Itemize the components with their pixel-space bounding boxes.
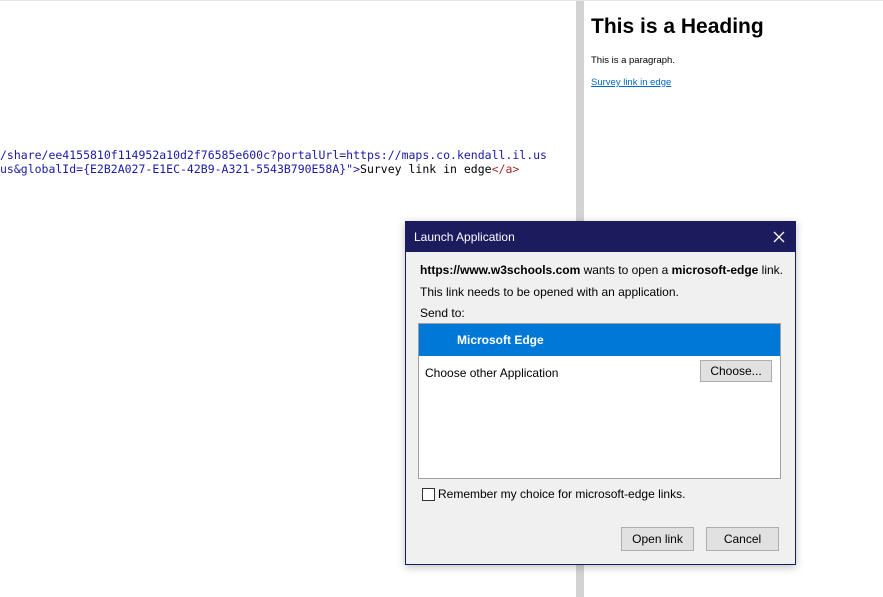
- app-item-choose-other[interactable]: Choose other Application Choose...: [419, 356, 780, 388]
- app-item-label: Choose other Application: [425, 366, 559, 380]
- dialog-title: Launch Application: [414, 230, 515, 244]
- dialog-message: https://www.w3schools.com wants to open …: [420, 263, 784, 277]
- survey-link[interactable]: Survey link in edge: [591, 77, 671, 88]
- app-item-label: Microsoft Edge: [457, 333, 544, 347]
- close-button[interactable]: [763, 222, 795, 252]
- protocol-name: microsoft-edge: [671, 263, 759, 277]
- code-line[interactable]: us&globalId={E2B2A027-E1EC-42B9-A321-554…: [0, 162, 519, 176]
- browser-viewport: /share/ee4155810f114952a10d2f76585e600c?…: [0, 0, 883, 597]
- result-paragraph: This is a paragraph.: [591, 55, 675, 66]
- remember-choice-row[interactable]: Remember my choice for microsoft-edge li…: [422, 486, 685, 502]
- code-line[interactable]: /share/ee4155810f114952a10d2f76585e600c?…: [0, 148, 547, 162]
- edge-icon: [431, 332, 447, 348]
- result-heading: This is a Heading: [591, 15, 764, 38]
- remember-label[interactable]: Remember my choice for microsoft-edge li…: [438, 487, 685, 501]
- site-name: https://www.w3schools.com: [420, 263, 581, 277]
- dialog-titlebar[interactable]: Launch Application: [406, 222, 795, 252]
- remember-checkbox[interactable]: [422, 487, 435, 501]
- application-list[interactable]: Microsoft Edge Choose other Application …: [418, 323, 781, 479]
- dialog-subtext: This link needs to be opened with an app…: [420, 285, 679, 299]
- open-link-button[interactable]: Open link: [621, 527, 694, 551]
- app-item-microsoft-edge[interactable]: Microsoft Edge: [419, 324, 780, 356]
- choose-button[interactable]: Choose...: [700, 360, 772, 382]
- send-to-label: Send to:: [420, 306, 465, 320]
- close-icon: [773, 231, 785, 243]
- launch-application-dialog: Launch Application https://www.w3schools…: [405, 221, 796, 565]
- cancel-button[interactable]: Cancel: [706, 527, 779, 551]
